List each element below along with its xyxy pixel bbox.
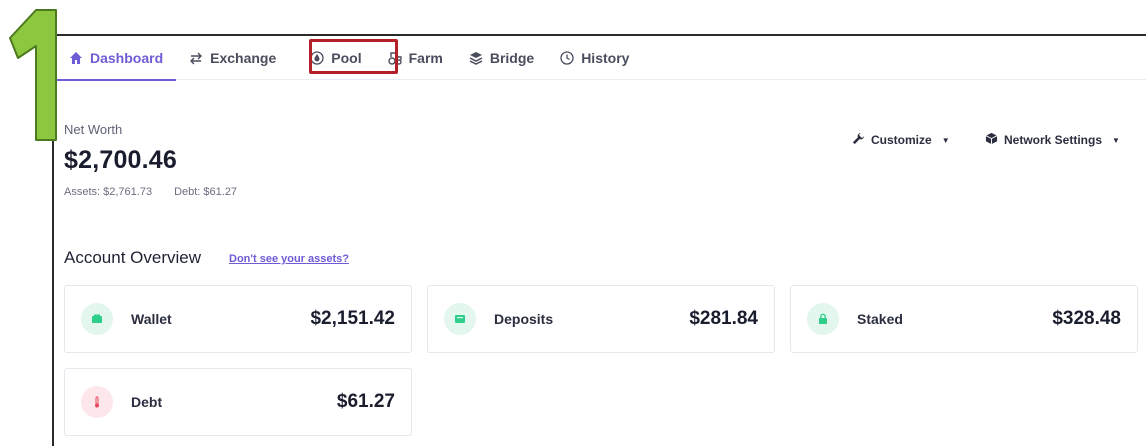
- net-worth-label: Net Worth: [64, 122, 123, 137]
- debt-total: Debt: $61.27: [174, 186, 238, 198]
- net-worth-breakdown: Assets: $2,761.73 Debt: $61.27: [64, 186, 237, 198]
- card-value: $328.48: [1052, 308, 1121, 329]
- tab-label: Farm: [408, 50, 443, 66]
- wrench-icon: [852, 132, 865, 148]
- clock-icon: [560, 51, 574, 65]
- tab-label: Dashboard: [90, 50, 164, 66]
- card-label: Debt: [131, 394, 163, 410]
- step-number-annotation: [6, 2, 60, 142]
- network-settings-dropdown[interactable]: Network Settings ▼: [985, 132, 1120, 148]
- tab-pool[interactable]: Pool: [297, 36, 374, 80]
- customize-label: Customize: [871, 133, 932, 147]
- app-window: Dashboard Exchange Pool Farm Bridge Hist…: [52, 34, 1146, 446]
- card-value: $2,151.42: [310, 308, 395, 329]
- customize-dropdown[interactable]: Customize ▼: [852, 132, 950, 148]
- network-settings-label: Network Settings: [1004, 133, 1103, 147]
- tab-label: History: [581, 50, 630, 66]
- exchange-arrows-icon: [189, 51, 203, 65]
- card-label: Staked: [857, 311, 903, 327]
- home-icon: [69, 51, 83, 65]
- cube-icon: [985, 132, 998, 148]
- lock-icon: [807, 303, 839, 335]
- tab-label: Pool: [331, 50, 362, 66]
- tab-bridge[interactable]: Bridge: [456, 36, 547, 80]
- tab-exchange[interactable]: Exchange: [176, 36, 289, 80]
- net-worth-value: $2,700.46: [64, 146, 178, 174]
- wallet-card[interactable]: Wallet $2,151.42: [64, 285, 412, 353]
- thermometer-icon: [81, 386, 113, 418]
- deposit-box-icon: [444, 303, 476, 335]
- account-overview-title: Account Overview: [64, 248, 201, 267]
- pool-drop-icon: [310, 51, 324, 65]
- farm-icon: [387, 51, 402, 65]
- tab-label: Bridge: [489, 50, 535, 66]
- card-label: Wallet: [131, 311, 172, 327]
- debt-card[interactable]: Debt $61.27: [64, 368, 412, 436]
- staked-card[interactable]: Staked $328.48: [790, 285, 1138, 353]
- deposits-card[interactable]: Deposits $281.84: [427, 285, 775, 353]
- chevron-down-icon: ▼: [941, 135, 950, 145]
- missing-assets-link[interactable]: Don't see your assets?: [229, 253, 349, 265]
- wallet-icon: [81, 303, 113, 335]
- layers-icon: [469, 51, 483, 65]
- main-nav-tabs: Dashboard Exchange Pool Farm Bridge Hist…: [54, 36, 1146, 81]
- tab-farm[interactable]: Farm: [375, 36, 456, 80]
- tab-dashboard[interactable]: Dashboard: [56, 36, 177, 81]
- card-value: $61.27: [336, 391, 395, 412]
- assets-total: Assets: $2,761.73: [64, 186, 153, 198]
- tab-history[interactable]: History: [547, 36, 642, 80]
- card-label: Deposits: [494, 311, 554, 327]
- chevron-down-icon: ▼: [1112, 135, 1120, 145]
- card-value: $281.84: [689, 308, 758, 329]
- tab-label: Exchange: [210, 50, 277, 66]
